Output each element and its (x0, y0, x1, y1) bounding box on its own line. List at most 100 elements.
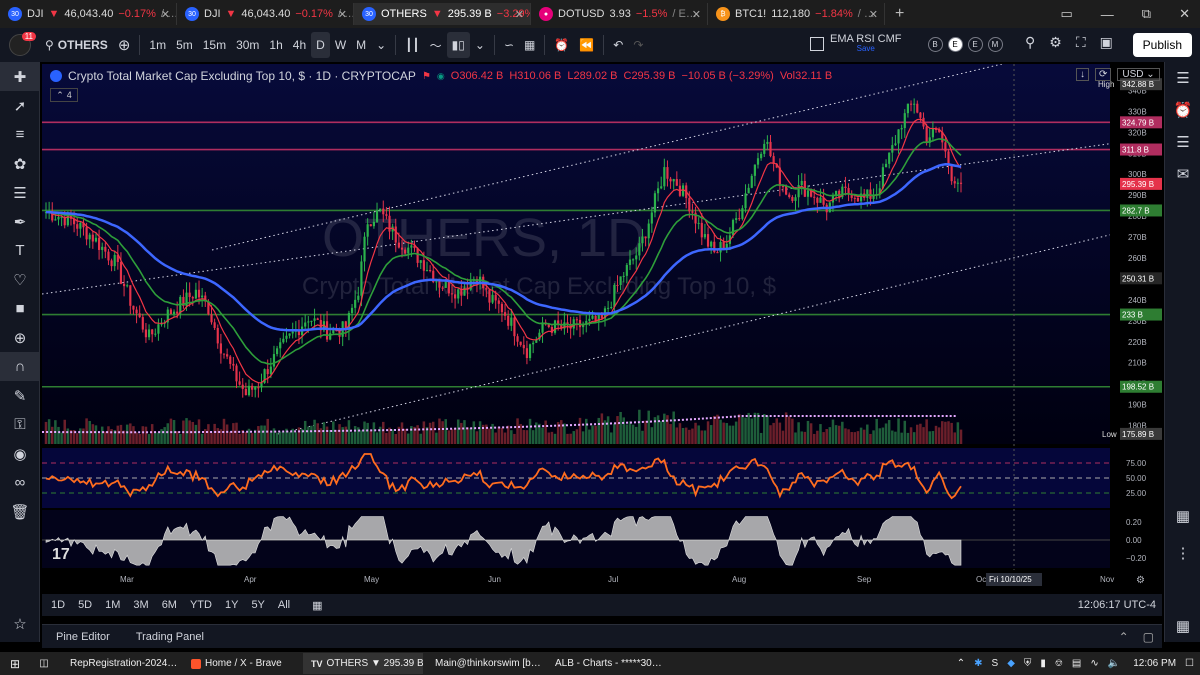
range-1d[interactable]: 1D (47, 599, 69, 611)
refresh-icon[interactable]: ⟳ (1095, 68, 1112, 81)
chat-icon[interactable]: ✉ (1165, 158, 1200, 190)
range-5d[interactable]: 5D (74, 599, 96, 611)
undo-icon[interactable]: ↶ (608, 32, 628, 58)
chevron-down-icon[interactable]: ⌄ (371, 32, 391, 58)
grid-icon[interactable]: ▦ (1165, 610, 1200, 642)
symbol-search[interactable]: ⚲ OTHERS (40, 32, 113, 58)
notifications-icon[interactable]: ☐ (1185, 658, 1194, 669)
timeframe-w[interactable]: W (330, 32, 351, 58)
battery-icon[interactable]: ▮ (1040, 658, 1046, 669)
range-all[interactable]: All (274, 599, 294, 611)
stay-in-drawing-icon[interactable]: ✎ (0, 381, 40, 410)
link-icon[interactable]: ∞ (0, 468, 40, 497)
alerts-clock-icon[interactable]: ⏰ (1165, 94, 1200, 126)
magnet-icon[interactable]: ∩ (0, 352, 40, 381)
network-icon[interactable]: ▤ (1072, 658, 1081, 669)
alert-icon[interactable]: ⏰ (549, 32, 574, 58)
compare-symbol-button[interactable]: ⊕ (113, 32, 136, 58)
layout-checkbox-icon[interactable] (810, 37, 824, 51)
close-tab-icon[interactable]: ✕ (692, 8, 701, 21)
brush-icon[interactable]: ✒ (0, 207, 40, 236)
timeframe-15m[interactable]: 15m (198, 32, 231, 58)
browser-tab-dji-1[interactable]: 30 DJI ▼ 46,043.40 −0.17% / … ✕ (0, 3, 177, 25)
bluetooth-icon[interactable]: ✱ (974, 658, 982, 669)
range-ytd[interactable]: YTD (186, 599, 216, 611)
layers-icon[interactable]: ☰ (1165, 126, 1200, 158)
maximize-panel-icon[interactable]: ▢ (1143, 630, 1154, 644)
taskbar-app-tradingview[interactable]: TV OTHERS ▼ 295.39 B –… (303, 653, 423, 674)
windows-start-icon[interactable]: ⊞ (0, 657, 30, 671)
tab-trading-panel[interactable]: Trading Panel (136, 631, 204, 643)
fib-icon[interactable]: ☰ (0, 178, 40, 207)
camera-icon[interactable]: ▣ (1100, 34, 1113, 51)
tab-pine-editor[interactable]: Pine Editor (56, 631, 110, 643)
replay-icon[interactable]: ⏪ (574, 32, 599, 58)
heart-icon[interactable]: ♡ (0, 265, 40, 294)
flag-icon[interactable]: ⚑ (422, 71, 431, 82)
quick-button-b[interactable]: B (927, 36, 943, 52)
ruler-icon[interactable]: ■ (0, 294, 40, 323)
taskbar-app-excel[interactable]: RepRegistration-2024… (58, 653, 183, 674)
range-1m[interactable]: 1M (101, 599, 124, 611)
close-tab-icon[interactable]: ✕ (161, 8, 170, 21)
dropbox-icon[interactable]: ◆ (1007, 658, 1015, 669)
lock-icon[interactable]: ⚿ (0, 410, 40, 439)
timeframe-4h[interactable]: 4h (288, 32, 311, 58)
taskbar-app-thinkorswim-main[interactable]: Main@thinkorswim [b… (423, 653, 543, 674)
task-view-icon[interactable]: ◫ (30, 658, 58, 669)
quick-button-m[interactable]: M (987, 36, 1003, 52)
close-tab-icon[interactable]: ✕ (338, 8, 347, 21)
new-tab-icon[interactable]: + (895, 5, 904, 23)
restore-icon[interactable]: ⧉ (1142, 6, 1151, 22)
pattern-icon[interactable]: ✿ (0, 149, 40, 178)
crosshair-icon[interactable]: ✚ (0, 62, 40, 91)
chart-pane[interactable]: OTHERS, 1D Crypto Total Market Cap Exclu… (42, 64, 1162, 594)
range-3m[interactable]: 3M (129, 599, 152, 611)
clock[interactable]: 12:06:17 UTC-4 (1078, 599, 1156, 611)
close-tab-icon[interactable]: ✕ (869, 8, 878, 21)
publish-button[interactable]: Publish (1132, 33, 1192, 57)
zoom-in-icon[interactable]: ⊕ (0, 323, 40, 352)
quick-button-e[interactable]: E (947, 36, 963, 52)
indicators-icon[interactable]: ∽ (499, 32, 519, 58)
range-5y[interactable]: 5Y (247, 599, 268, 611)
close-window-icon[interactable]: ✕ (1179, 6, 1190, 22)
timeframe-5m[interactable]: 5m (171, 32, 198, 58)
taskbar-app-brave[interactable]: Home / X - Brave (183, 653, 303, 674)
chevron-down-icon[interactable]: ⌄ (470, 32, 490, 58)
usb-icon[interactable]: ⎊ (1055, 658, 1063, 669)
go-to-date-icon[interactable]: ▦ (308, 599, 326, 612)
candles-icon[interactable]: ▮▯ (446, 32, 470, 58)
scroll-to-latest-icon[interactable]: ↓ (1076, 68, 1089, 81)
trendline-icon[interactable]: ➚ (0, 91, 40, 120)
browser-tab-others[interactable]: 30 OTHERS ▼ 295.39 B −3.29% ✕ (354, 3, 531, 25)
volume-icon[interactable]: 🔈 (1108, 658, 1120, 669)
timeframe-30m[interactable]: 30m (231, 32, 264, 58)
redo-icon[interactable]: ↷ (628, 32, 648, 58)
dots-icon[interactable]: ⋮ (1165, 537, 1200, 569)
browser-tab-btc1[interactable]: ₿ BTC1! 112,180 −1.84% / … ✕ (708, 3, 885, 25)
collapse-indicators-button[interactable]: ⌃ 4 (50, 88, 78, 102)
settings-gear-icon[interactable]: ⚙ (1049, 34, 1062, 51)
avatar[interactable]: 11 (0, 32, 40, 58)
browser-tab-dji-2[interactable]: 30 DJI ▼ 46,043.40 −0.17% / … ✕ (177, 3, 354, 25)
magnifier-icon[interactable]: ⚲ (1025, 34, 1035, 51)
text-icon[interactable]: T (0, 236, 40, 265)
wifi-icon[interactable]: ∿ (1090, 658, 1098, 669)
browser-tab-dotusd[interactable]: ● DOTUSD 3.93 −1.5% / E… ✕ (531, 3, 708, 25)
saved-layout[interactable]: EMA RSI CMF Save (830, 34, 902, 54)
timeframe-m[interactable]: M (351, 32, 371, 58)
fullscreen-icon[interactable]: ⛶ (1076, 34, 1086, 51)
timeframe-1m[interactable]: 1m (144, 32, 171, 58)
calendar-icon[interactable]: ▦ (1165, 500, 1200, 532)
range-6m[interactable]: 6M (158, 599, 181, 611)
watchlist-icon[interactable]: ☰ (1165, 62, 1200, 94)
chevron-up-icon[interactable]: ⌃ (1119, 630, 1129, 644)
chevron-up-icon[interactable]: ⌃ (957, 658, 965, 669)
minimize-icon[interactable]: — (1101, 7, 1114, 22)
skype-icon[interactable]: S (992, 658, 999, 669)
eye-icon[interactable]: ◉ (0, 439, 40, 468)
currency-select[interactable]: USD ⌄ (1117, 68, 1160, 81)
defender-icon[interactable]: ⛨ (1024, 658, 1032, 669)
close-tab-icon[interactable]: ✕ (515, 8, 524, 21)
